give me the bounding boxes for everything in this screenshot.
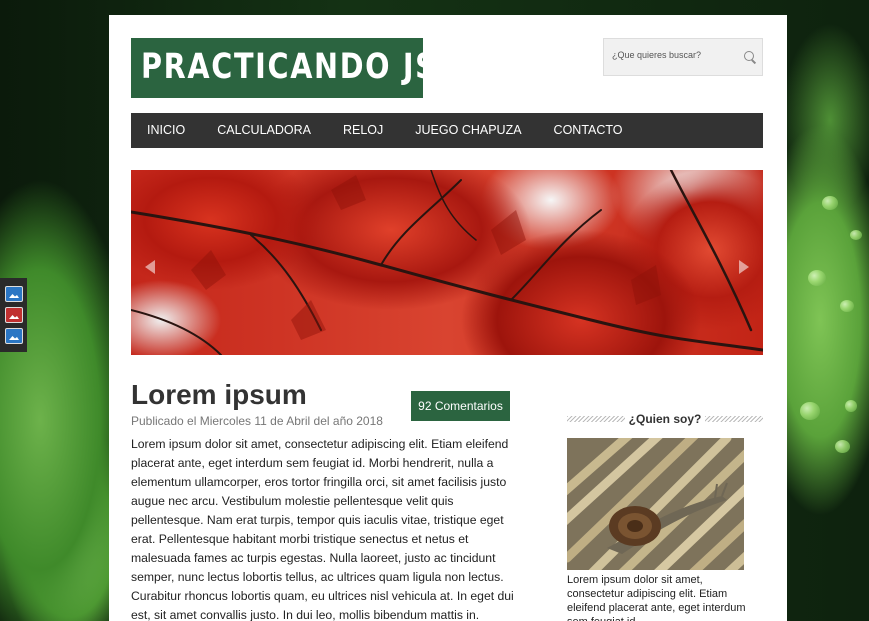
post-title[interactable]: Lorem ipsum bbox=[131, 379, 307, 411]
comments-button[interactable]: 92 Comentarios bbox=[411, 391, 510, 421]
post-date: Publicado el Miercoles 11 de Abril del a… bbox=[131, 414, 383, 428]
banner-slider bbox=[131, 170, 763, 355]
water-drop bbox=[835, 440, 850, 453]
image-icon[interactable] bbox=[5, 286, 23, 302]
water-drop bbox=[850, 230, 862, 240]
image-icon[interactable] bbox=[5, 328, 23, 344]
slider-next-arrow-icon[interactable] bbox=[731, 260, 749, 274]
nav-item-contacto[interactable]: CONTACTO bbox=[538, 113, 639, 148]
logo-text: PRACTICANDO JS bbox=[141, 47, 438, 87]
nav-item-inicio[interactable]: INICIO bbox=[131, 113, 201, 148]
post-body: Lorem ipsum dolor sit amet, consectetur … bbox=[131, 437, 514, 621]
water-drop bbox=[845, 400, 857, 412]
site-logo[interactable]: PRACTICANDO JS bbox=[131, 38, 436, 98]
main-nav: INICIO CALCULADORA RELOJ JUEGO CHAPUZA C… bbox=[131, 113, 763, 148]
water-drop bbox=[800, 402, 820, 420]
nav-item-reloj[interactable]: RELOJ bbox=[327, 113, 399, 148]
profile-caption: Lorem ipsum dolor sit amet, consectetur … bbox=[567, 574, 746, 621]
snail-illustration bbox=[567, 438, 744, 570]
image-icon[interactable] bbox=[5, 307, 23, 323]
water-drop bbox=[808, 270, 826, 286]
page-container: PRACTICANDO JS INICIO CALCULADORA RELOJ … bbox=[109, 15, 787, 621]
profile-image bbox=[567, 438, 744, 570]
nav-item-calculadora[interactable]: CALCULADORA bbox=[201, 113, 327, 148]
nav-item-juego-chapuza[interactable]: JUEGO CHAPUZA bbox=[399, 113, 537, 148]
water-drop bbox=[822, 196, 838, 210]
search-box bbox=[603, 38, 763, 76]
sidebar-widget-heading: ¿Quien soy? bbox=[567, 411, 763, 427]
side-toolbar bbox=[0, 278, 27, 352]
heading-stripe bbox=[705, 416, 763, 422]
water-drop bbox=[840, 300, 854, 312]
search-icon[interactable] bbox=[744, 51, 754, 61]
banner-branches bbox=[131, 170, 763, 355]
slider-prev-arrow-icon[interactable] bbox=[145, 260, 163, 274]
search-input[interactable] bbox=[610, 49, 739, 61]
